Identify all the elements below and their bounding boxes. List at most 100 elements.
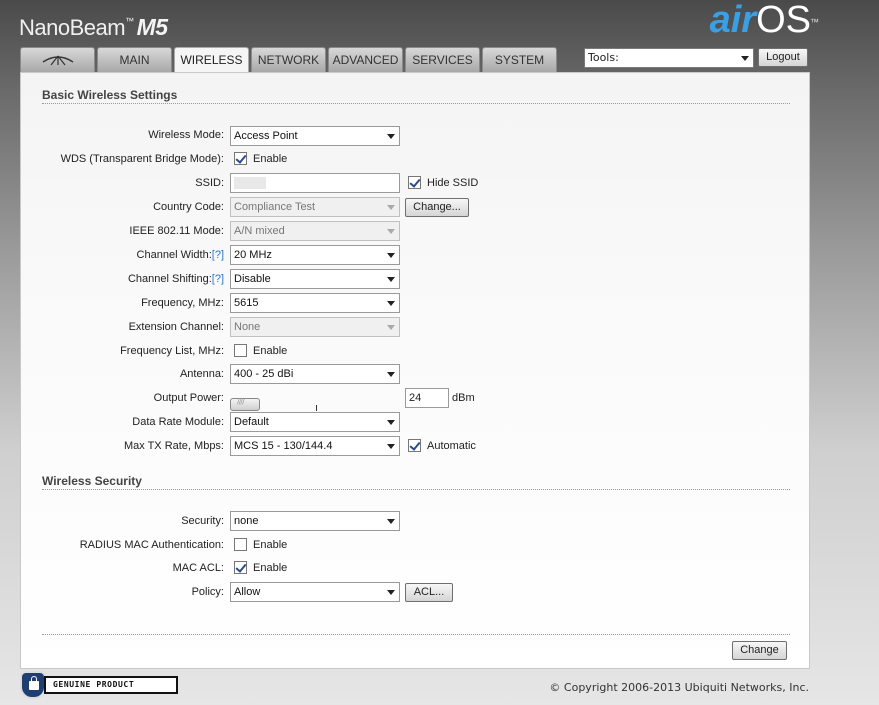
channel-shifting-value: Disable bbox=[234, 273, 271, 285]
channel-shifting-text: Channel Shifting: bbox=[127, 273, 212, 285]
divider bbox=[42, 489, 790, 490]
extension-channel-label: Extension Channel: bbox=[128, 321, 224, 333]
brand-logo: NanoBeam™ M5 bbox=[19, 14, 168, 41]
antenna-label: Antenna: bbox=[179, 368, 224, 380]
frequency-select[interactable]: 5615 bbox=[230, 293, 400, 313]
radius-mac-checkbox[interactable] bbox=[234, 538, 247, 551]
radius-mac-label: RADIUS MAC Authentication: bbox=[79, 539, 224, 551]
security-select[interactable]: none bbox=[230, 511, 400, 531]
divider bbox=[42, 103, 790, 104]
hide-ssid-checkbox[interactable] bbox=[408, 176, 421, 189]
automatic-label: Automatic bbox=[427, 440, 476, 452]
radius-mac-enable-label: Enable bbox=[253, 539, 288, 551]
wireless-security-title: Wireless Security bbox=[42, 474, 142, 488]
automatic-checkbox[interactable] bbox=[408, 439, 421, 452]
mac-acl-enable-label: Enable bbox=[253, 562, 288, 574]
policy-label: Policy: bbox=[191, 586, 224, 598]
lock-icon bbox=[29, 676, 39, 690]
max-tx-rate-label: Max TX Rate, Mbps: bbox=[123, 440, 224, 452]
slider-tick bbox=[316, 405, 317, 411]
basic-wireless-title: Basic Wireless Settings bbox=[42, 88, 178, 102]
ssid-label: SSID: bbox=[195, 177, 224, 189]
frequency-list-label: Frequency List, MHz: bbox=[120, 345, 224, 357]
tools-select[interactable]: Tools: bbox=[584, 48, 754, 68]
wds-enable-label: Enable bbox=[253, 153, 288, 165]
output-power-input[interactable]: 24 bbox=[405, 388, 449, 408]
chevron-down-icon bbox=[387, 590, 395, 595]
data-rate-value: Default bbox=[234, 416, 269, 428]
shield-icon bbox=[20, 671, 46, 699]
change-country-button[interactable]: Change... bbox=[405, 198, 469, 217]
divider bbox=[42, 634, 790, 635]
logo-air: air bbox=[709, 0, 757, 41]
tab-system[interactable]: SYSTEM bbox=[482, 47, 557, 72]
frequency-value: 5615 bbox=[234, 297, 259, 309]
logo-os: OS bbox=[756, 0, 811, 41]
channel-width-value: 20 MHz bbox=[234, 249, 272, 261]
wds-enable-checkbox[interactable] bbox=[234, 152, 247, 165]
country-code-select: Compliance Test bbox=[230, 197, 400, 217]
logo-trademark: ™ bbox=[810, 17, 819, 27]
policy-select[interactable]: Allow bbox=[230, 582, 400, 602]
copyright-text: © Copyright 2006-2013 Ubiquiti Networks,… bbox=[549, 681, 809, 694]
tab-advanced[interactable]: ADVANCED bbox=[328, 47, 403, 72]
channel-width-label: Channel Width:[?] bbox=[137, 249, 224, 261]
hide-ssid-label: Hide SSID bbox=[427, 177, 479, 189]
chevron-down-icon bbox=[387, 301, 395, 306]
ssid-input[interactable] bbox=[230, 173, 400, 193]
country-code-value: Compliance Test bbox=[234, 201, 316, 213]
airos-logo: airOS ™ bbox=[709, 0, 819, 41]
antenna-select[interactable]: 400 - 25 dBi bbox=[230, 364, 400, 384]
tab-wireless[interactable]: WIRELESS bbox=[174, 47, 249, 73]
channel-shifting-select[interactable]: Disable bbox=[230, 269, 400, 289]
data-rate-select[interactable]: Default bbox=[230, 412, 400, 432]
policy-value: Allow bbox=[234, 586, 261, 598]
channel-width-select[interactable]: 20 MHz bbox=[230, 245, 400, 265]
acl-button[interactable]: ACL... bbox=[405, 583, 453, 602]
tab-network[interactable]: NETWORK bbox=[251, 47, 326, 72]
header: NanoBeam™ M5 airOS ™ MAIN WIRELESS NETWORK… bbox=[0, 0, 879, 73]
tab-ubiquiti-home[interactable] bbox=[20, 47, 95, 72]
max-tx-rate-select[interactable]: MCS 15 - 130/144.4 bbox=[230, 436, 400, 456]
chevron-down-icon bbox=[387, 325, 395, 330]
data-rate-label: Data Rate Module: bbox=[132, 416, 224, 428]
genuine-product-badge: GENUINE PRODUCT bbox=[20, 671, 178, 699]
channel-width-help-link[interactable]: [?] bbox=[212, 249, 224, 261]
security-value: none bbox=[234, 515, 259, 527]
logout-button[interactable]: Logout bbox=[758, 48, 808, 67]
wireless-mode-value: Access Point bbox=[234, 130, 298, 142]
chevron-down-icon bbox=[387, 277, 395, 282]
mac-acl-checkbox[interactable] bbox=[234, 561, 247, 574]
channel-shifting-help-link[interactable]: [?] bbox=[212, 273, 224, 285]
chevron-down-icon bbox=[387, 134, 395, 139]
channel-width-text: Channel Width: bbox=[136, 249, 212, 261]
frequency-list-checkbox[interactable] bbox=[234, 344, 247, 357]
brand-name: NanoBeam bbox=[19, 15, 126, 40]
output-power-label: Output Power: bbox=[153, 392, 224, 404]
wireless-settings-panel: Basic Wireless Settings Wireless Mode: A… bbox=[20, 72, 810, 669]
tools-select-value: Tools: bbox=[588, 51, 619, 64]
chevron-down-icon bbox=[387, 229, 395, 234]
wds-label: WDS (Transparent Bridge Mode): bbox=[60, 153, 224, 165]
tab-services[interactable]: SERVICES bbox=[405, 47, 480, 72]
extension-channel-select: None bbox=[230, 317, 400, 337]
ssid-redacted bbox=[234, 177, 266, 189]
chevron-down-icon bbox=[387, 519, 395, 524]
output-power-slider[interactable] bbox=[230, 397, 400, 412]
chevron-down-icon bbox=[387, 205, 395, 210]
slider-handle[interactable] bbox=[230, 397, 260, 411]
ieee-mode-label: IEEE 802.11 Mode: bbox=[129, 225, 224, 237]
country-code-label: Country Code: bbox=[153, 201, 224, 213]
wireless-mode-select[interactable]: Access Point bbox=[230, 126, 400, 146]
ieee-mode-value: A/N mixed bbox=[234, 225, 285, 237]
chevron-down-icon bbox=[387, 253, 395, 258]
extension-channel-value: None bbox=[234, 321, 261, 333]
tab-main[interactable]: MAIN bbox=[97, 47, 172, 72]
mac-acl-label: MAC ACL: bbox=[172, 562, 224, 574]
change-button[interactable]: Change bbox=[732, 641, 787, 660]
antenna-value: 400 - 25 dBi bbox=[234, 368, 294, 380]
genuine-product-text: GENUINE PRODUCT bbox=[44, 676, 178, 694]
chevron-down-icon bbox=[387, 420, 395, 425]
brand-trademark: ™ bbox=[125, 16, 134, 26]
chevron-down-icon bbox=[741, 56, 749, 61]
